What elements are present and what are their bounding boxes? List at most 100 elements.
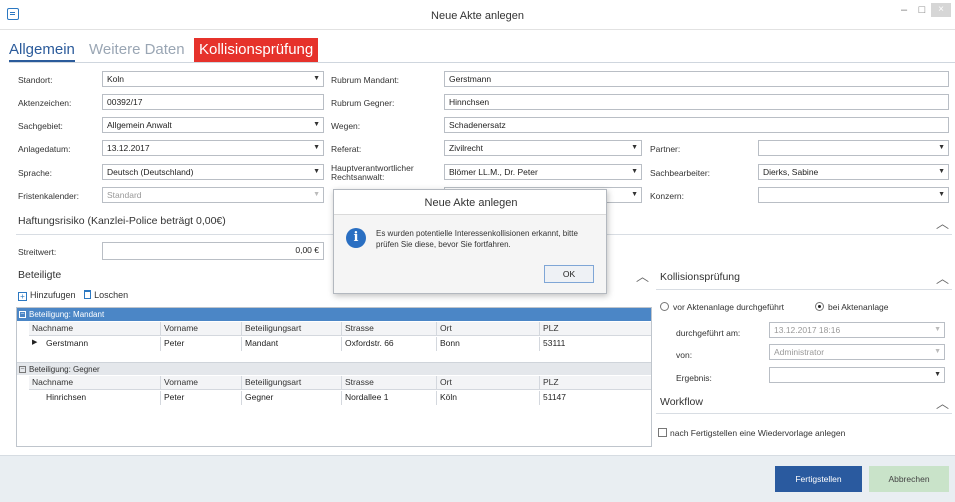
- cell-strasse: Nordallee 1: [342, 391, 437, 405]
- cell-ort: Köln: [437, 391, 540, 405]
- dialog-body: i Es wurden potentielle Interessenkollis…: [334, 214, 606, 293]
- cancel-button[interactable]: Abbrechen: [869, 466, 949, 492]
- standort-label: Standort:: [18, 75, 53, 85]
- collapse-icon: –: [19, 311, 26, 318]
- standort-value: Koln: [107, 74, 125, 84]
- cell-ort: Bonn: [437, 337, 540, 351]
- sachgebiet-label: Sachgebiet:: [18, 121, 63, 131]
- radio-bei-aktenanlage[interactable]: [815, 302, 824, 311]
- haftungsrisiko-title: Haftungsrisiko (Kanzlei-Police beträgt 0…: [18, 215, 226, 227]
- column-header-plz[interactable]: PLZ: [540, 376, 651, 390]
- streitwert-input[interactable]: 0,00 €: [102, 242, 324, 260]
- column-header-beteiligungsart[interactable]: Beteiligungsart: [242, 376, 342, 390]
- sachbearbeiter-value: Dierks, Sabine: [763, 167, 819, 177]
- sachgebiet-select[interactable]: Allgemein Anwalt ▼: [102, 117, 324, 133]
- ok-button[interactable]: OK: [544, 265, 594, 283]
- rechtsanwalt-label: Rechtsanwalt:: [331, 172, 385, 182]
- cell-nachname: Gerstmann: [43, 337, 161, 351]
- radio-vor-aktenanlage[interactable]: [660, 302, 669, 311]
- von-select[interactable]: Administrator ▼: [769, 344, 945, 360]
- anlagedatum-select[interactable]: 13.12.2017 ▼: [102, 140, 324, 156]
- close-button[interactable]: ×: [931, 3, 951, 17]
- streitwert-label: Streitwert:: [18, 247, 57, 257]
- rubrum-mandant-input[interactable]: Gerstmann: [444, 71, 949, 87]
- sachbearbeiter-label: Sachbearbeiter:: [650, 168, 711, 178]
- column-header-strasse[interactable]: Strasse: [342, 322, 437, 336]
- chevron-down-icon: ▼: [934, 371, 941, 378]
- column-header-strasse[interactable]: Strasse: [342, 376, 437, 390]
- von-label: von:: [676, 350, 693, 360]
- chevron-up-icon[interactable]: ︿: [936, 393, 949, 412]
- column-header-vorname[interactable]: Vorname: [161, 322, 242, 336]
- column-header-beteiligungsart[interactable]: Beteiligungsart: [242, 322, 342, 336]
- sprache-select[interactable]: Deutsch (Deutschland) ▼: [102, 164, 324, 180]
- partner-select[interactable]: ▼: [758, 140, 949, 156]
- fristenkalender-label: Fristenkalender:: [18, 191, 79, 201]
- column-header-ort[interactable]: Ort: [437, 322, 540, 336]
- chevron-down-icon: ▼: [934, 326, 941, 333]
- chevron-down-icon: ▼: [313, 191, 320, 198]
- radio-bei-aktenanlage-label: bei Aktenanlage: [828, 302, 889, 312]
- kollisionspruefung-title: Kollisionsprüfung: [660, 271, 740, 283]
- column-header-vorname[interactable]: Vorname: [161, 376, 242, 390]
- sachgebiet-value: Allgemein Anwalt: [107, 120, 172, 130]
- wiedervorlage-checkbox[interactable]: [658, 428, 667, 437]
- ergebnis-select[interactable]: ▼: [769, 367, 945, 383]
- cell-beteiligungsart: Gegner: [242, 391, 342, 405]
- chevron-up-icon[interactable]: ︿: [636, 266, 649, 285]
- dialog-message: Es wurden potentielle Interessenkollisio…: [376, 229, 578, 249]
- tab-weitere-daten[interactable]: Weitere Daten: [89, 38, 185, 62]
- rubrum-gegner-input[interactable]: Hinnchsen: [444, 94, 949, 110]
- add-label: Hinzufugen: [30, 290, 76, 300]
- chevron-down-icon: ▼: [631, 191, 638, 198]
- wiedervorlage-label: nach Fertigstellen eine Wiedervorlage an…: [670, 428, 846, 438]
- column-header-plz[interactable]: PLZ: [540, 322, 651, 336]
- maximize-button[interactable]: □: [913, 4, 931, 18]
- tab-allgemein[interactable]: Allgemein: [9, 38, 75, 62]
- delete-label: Loschen: [94, 290, 129, 300]
- aktenzeichen-input[interactable]: 00392/17: [102, 94, 324, 110]
- chevron-down-icon: ▼: [631, 168, 638, 175]
- column-header-ort[interactable]: Ort: [437, 376, 540, 390]
- beteiligte-toolbar: + Hinzufugen Loschen: [18, 290, 128, 301]
- chevron-down-icon: ▼: [938, 191, 945, 198]
- group-header-gegner[interactable]: – Beteiligung: Gegner: [17, 362, 651, 375]
- chevron-down-icon: ▼: [313, 144, 320, 151]
- referat-label: Referat:: [331, 144, 362, 154]
- beteiligte-title: Beteiligte: [18, 269, 62, 281]
- wegen-input[interactable]: Schadenersatz: [444, 117, 949, 133]
- collapse-icon: –: [19, 366, 26, 373]
- group-header-mandant[interactable]: – Beteiligung: Mandant: [17, 308, 651, 321]
- sachbearbeiter-select[interactable]: Dierks, Sabine ▼: [758, 164, 949, 180]
- tab-divider: [9, 62, 955, 63]
- rechtsanwalt-select[interactable]: Blömer LL.M., Dr. Peter ▼: [444, 164, 642, 180]
- referat-select[interactable]: Zivilrecht ▼: [444, 140, 642, 156]
- chevron-up-icon[interactable]: ︿: [936, 268, 949, 287]
- minimize-button[interactable]: –: [895, 4, 913, 18]
- konzern-select[interactable]: ▼: [758, 187, 949, 203]
- chevron-down-icon: ▼: [938, 168, 945, 175]
- finish-button[interactable]: Fertigstellen: [775, 466, 862, 492]
- tab-kollisionspruefung[interactable]: Kollisionsprüfung: [194, 38, 319, 62]
- rubrum-mandant-label: Rubrum Mandant:: [331, 75, 400, 85]
- info-icon: i: [346, 228, 366, 248]
- cell-vorname: Peter: [161, 337, 242, 351]
- group-label: Beteiligung: Mandant: [29, 310, 105, 319]
- durchgefuehrt-select[interactable]: 13.12.2017 18:16 ▼: [769, 322, 945, 338]
- window-title: Neue Akte anlegen: [431, 10, 524, 22]
- column-header-nachname[interactable]: Nachname: [29, 376, 161, 390]
- anlagedatum-label: Anlagedatum:: [18, 144, 71, 154]
- fristenkalender-select[interactable]: Standard ▼: [102, 187, 324, 203]
- standort-select[interactable]: Koln ▼: [102, 71, 324, 87]
- sprache-label: Sprache:: [18, 168, 53, 178]
- chevron-up-icon[interactable]: ︿: [936, 213, 949, 232]
- add-button[interactable]: + Hinzufugen: [18, 290, 76, 301]
- delete-button[interactable]: Loschen: [78, 290, 128, 300]
- cell-nachname: Hinrichsen: [43, 391, 161, 405]
- konzern-label: Konzern:: [650, 191, 685, 201]
- section-divider: [656, 413, 952, 414]
- workflow-title: Workflow: [660, 396, 703, 408]
- chevron-down-icon: ▼: [631, 144, 638, 151]
- message-dialog: Neue Akte anlegen i Es wurden potentiell…: [333, 189, 607, 294]
- column-header-nachname[interactable]: Nachname: [29, 322, 161, 336]
